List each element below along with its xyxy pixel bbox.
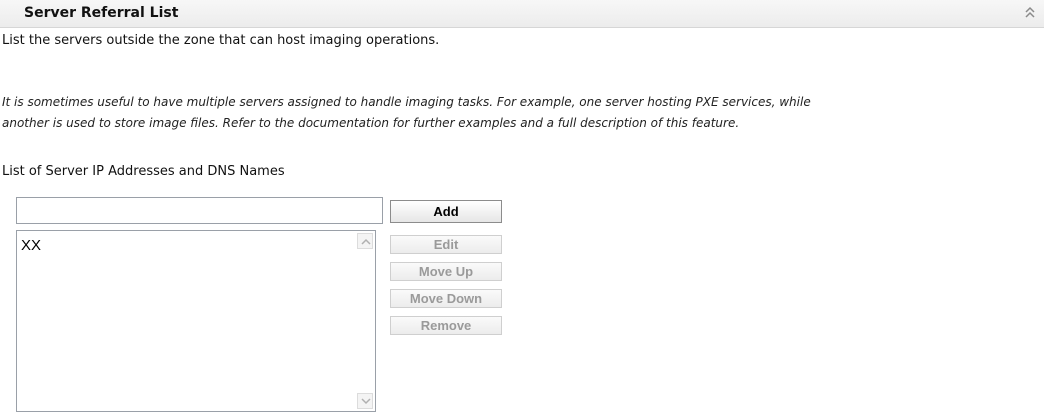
list-item[interactable]: XX — [21, 237, 41, 254]
help-note-line: It is sometimes useful to have multiple … — [2, 95, 811, 109]
server-listbox[interactable]: XX — [16, 230, 376, 412]
section-description: List the servers outside the zone that c… — [2, 33, 440, 48]
server-list-label: List of Server IP Addresses and DNS Name… — [2, 164, 285, 179]
add-button[interactable]: Add — [390, 200, 502, 223]
help-note-line: another is used to store image files. Re… — [2, 116, 740, 130]
scroll-down-button[interactable] — [357, 393, 373, 409]
chevron-down-icon — [361, 398, 371, 405]
move-up-button[interactable]: Move Up — [390, 262, 502, 281]
server-referral-panel: Server Referral List List the servers ou… — [0, 0, 1044, 414]
section-header: Server Referral List — [0, 0, 1044, 28]
help-note: It is sometimes useful to have multiple … — [2, 92, 1032, 134]
double-chevron-up-icon[interactable] — [1022, 4, 1038, 22]
chevron-up-icon — [361, 238, 371, 245]
section-title: Server Referral List — [24, 5, 179, 21]
listbox-scrollbar[interactable] — [357, 233, 373, 409]
scroll-up-button[interactable] — [357, 233, 373, 249]
edit-button[interactable]: Edit — [390, 235, 502, 254]
server-address-input[interactable] — [16, 197, 383, 224]
remove-button[interactable]: Remove — [390, 316, 502, 335]
move-down-button[interactable]: Move Down — [390, 289, 502, 308]
